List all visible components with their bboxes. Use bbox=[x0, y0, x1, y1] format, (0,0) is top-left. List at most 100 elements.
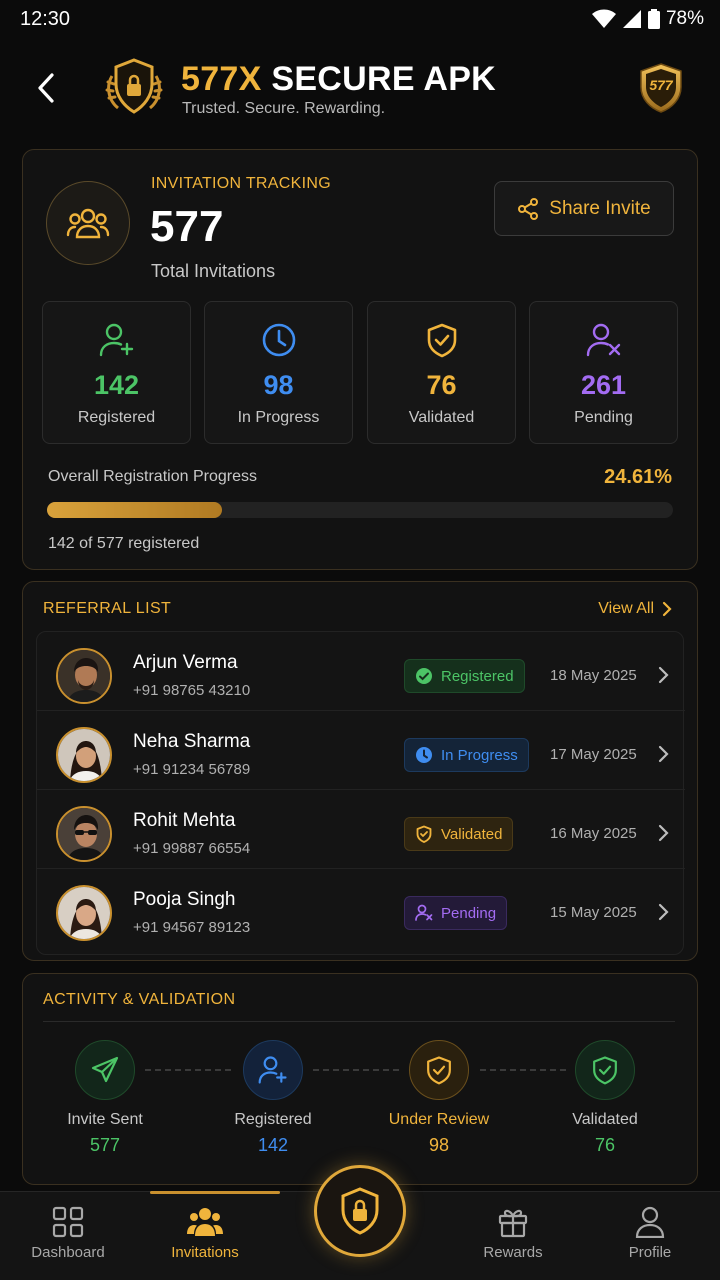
progress-bar bbox=[47, 502, 673, 518]
referral-phone: +91 94567 89123 bbox=[133, 919, 251, 936]
nav-rewards[interactable]: Rewards bbox=[453, 1206, 573, 1261]
status-label: Registered bbox=[441, 667, 514, 685]
user-plus-icon bbox=[99, 323, 133, 357]
step-value: 76 bbox=[594, 1135, 616, 1155]
referral-name: Rohit Mehta bbox=[133, 810, 236, 831]
referral-list-title: REFERRAL LIST bbox=[43, 600, 172, 617]
avatar bbox=[56, 727, 112, 783]
status-badge: Pending bbox=[404, 896, 508, 930]
status-badge: Registered bbox=[404, 659, 525, 693]
step-value: 142 bbox=[257, 1135, 289, 1155]
step-value: 577 bbox=[89, 1135, 121, 1155]
progress-percent: 24.61% bbox=[604, 466, 672, 488]
gift-icon bbox=[498, 1209, 528, 1238]
battery-level: 78% bbox=[665, 8, 704, 29]
stat-label: Pending bbox=[574, 409, 633, 426]
stat-validated[interactable]: 76 Validated bbox=[367, 301, 516, 444]
nav-profile[interactable]: Profile bbox=[590, 1206, 710, 1261]
stat-registered[interactable]: 142 Registered bbox=[42, 301, 191, 444]
brand-badge[interactable]: 577 bbox=[638, 62, 684, 114]
status-label: Validated bbox=[441, 825, 503, 843]
status-label: In Progress bbox=[441, 746, 518, 764]
clock-icon bbox=[416, 747, 432, 763]
total-invitations-value: 577 bbox=[150, 202, 224, 251]
user-plus-icon bbox=[258, 1056, 287, 1084]
referral-phone: +91 99887 66554 bbox=[133, 840, 251, 857]
step-registered bbox=[243, 1040, 303, 1100]
status-label: Pending bbox=[441, 904, 497, 922]
stat-in-progress[interactable]: 98 In Progress bbox=[204, 301, 353, 444]
share-invite-label: Share Invite bbox=[549, 197, 651, 219]
stat-pending[interactable]: 261 Pending bbox=[529, 301, 678, 444]
step-label: Invite Sent bbox=[67, 1111, 143, 1128]
progress-note: 142 of 577 registered bbox=[48, 535, 200, 552]
stat-label: Validated bbox=[408, 409, 475, 426]
step-value: 98 bbox=[428, 1135, 450, 1155]
step-label: Validated bbox=[572, 1111, 638, 1128]
brand-badge-text: 577 bbox=[649, 77, 673, 93]
step-connector bbox=[145, 1069, 231, 1071]
referral-phone: +91 98765 43210 bbox=[133, 682, 251, 699]
avatar bbox=[56, 806, 112, 862]
total-invitations-label: Total Invitations bbox=[151, 261, 276, 281]
divider bbox=[43, 1021, 675, 1022]
app-title: 577X SECURE APK bbox=[181, 60, 497, 98]
nav-label: Profile bbox=[628, 1244, 672, 1261]
chevron-right-icon bbox=[658, 745, 669, 763]
step-label: Under Review bbox=[388, 1111, 490, 1128]
stat-value: 76 bbox=[426, 370, 457, 400]
wifi-icon bbox=[591, 9, 616, 28]
referral-row[interactable]: Neha Sharma +91 91234 56789 In Progress … bbox=[37, 711, 685, 790]
progress-bar-fill bbox=[47, 502, 223, 518]
nav-invitations[interactable]: Invitations bbox=[145, 1206, 265, 1261]
nav-label: Dashboard bbox=[31, 1244, 105, 1261]
send-icon bbox=[91, 1056, 119, 1083]
view-all-link[interactable]: View All bbox=[598, 600, 672, 618]
step-connector bbox=[480, 1069, 566, 1071]
app-subtitle: Trusted. Secure. Rewarding. bbox=[182, 100, 386, 117]
referral-date: 17 May 2025 bbox=[550, 746, 637, 763]
shield-check-icon bbox=[593, 1056, 617, 1085]
status-icons: 78% bbox=[591, 8, 704, 30]
shield-check-icon bbox=[416, 825, 432, 843]
battery-icon bbox=[647, 9, 660, 29]
referral-list: Arjun Verma +91 98765 43210 Registered 1… bbox=[36, 631, 685, 955]
chevron-left-icon bbox=[38, 73, 54, 103]
status-badge: Validated bbox=[404, 817, 514, 851]
referral-date: 15 May 2025 bbox=[550, 904, 637, 921]
signal-icon bbox=[622, 10, 641, 28]
status-badge: In Progress bbox=[404, 738, 529, 772]
users-icon bbox=[66, 208, 110, 239]
referral-row[interactable]: Arjun Verma +91 98765 43210 Registered 1… bbox=[37, 632, 685, 711]
nav-label: Invitations bbox=[171, 1244, 239, 1261]
progress-label: Overall Registration Progress bbox=[48, 468, 257, 485]
check-circle-icon bbox=[416, 668, 432, 684]
center-shield-button[interactable] bbox=[314, 1165, 406, 1257]
chevron-right-icon bbox=[662, 601, 672, 617]
nav-dashboard[interactable]: Dashboard bbox=[8, 1206, 128, 1261]
users-icon-circle bbox=[46, 181, 130, 265]
users-icon bbox=[187, 1208, 223, 1236]
chevron-right-icon bbox=[658, 824, 669, 842]
activity-title: ACTIVITY & VALIDATION bbox=[43, 991, 236, 1008]
stat-value: 98 bbox=[263, 370, 294, 400]
share-icon bbox=[518, 197, 539, 220]
share-invite-button[interactable]: Share Invite bbox=[494, 181, 674, 236]
stat-label: In Progress bbox=[237, 409, 320, 426]
shield-check-icon bbox=[427, 1056, 451, 1085]
referral-row[interactable]: Pooja Singh +91 94567 89123 Pending 15 M… bbox=[37, 869, 685, 948]
step-label: Registered bbox=[234, 1111, 312, 1128]
chevron-right-icon bbox=[658, 903, 669, 921]
referral-phone: +91 91234 56789 bbox=[133, 761, 251, 778]
view-all-label: View All bbox=[598, 600, 654, 617]
step-connector bbox=[313, 1069, 399, 1071]
referral-date: 16 May 2025 bbox=[550, 825, 637, 842]
referral-date: 18 May 2025 bbox=[550, 667, 637, 684]
step-invite-sent bbox=[75, 1040, 135, 1100]
tracking-label: INVITATION TRACKING bbox=[151, 175, 331, 192]
referral-name: Neha Sharma bbox=[133, 731, 251, 752]
referral-row[interactable]: Rohit Mehta +91 99887 66554 Validated 16… bbox=[37, 790, 685, 869]
referral-name: Pooja Singh bbox=[133, 889, 236, 910]
grid-icon bbox=[52, 1206, 84, 1238]
back-button[interactable] bbox=[28, 66, 64, 110]
